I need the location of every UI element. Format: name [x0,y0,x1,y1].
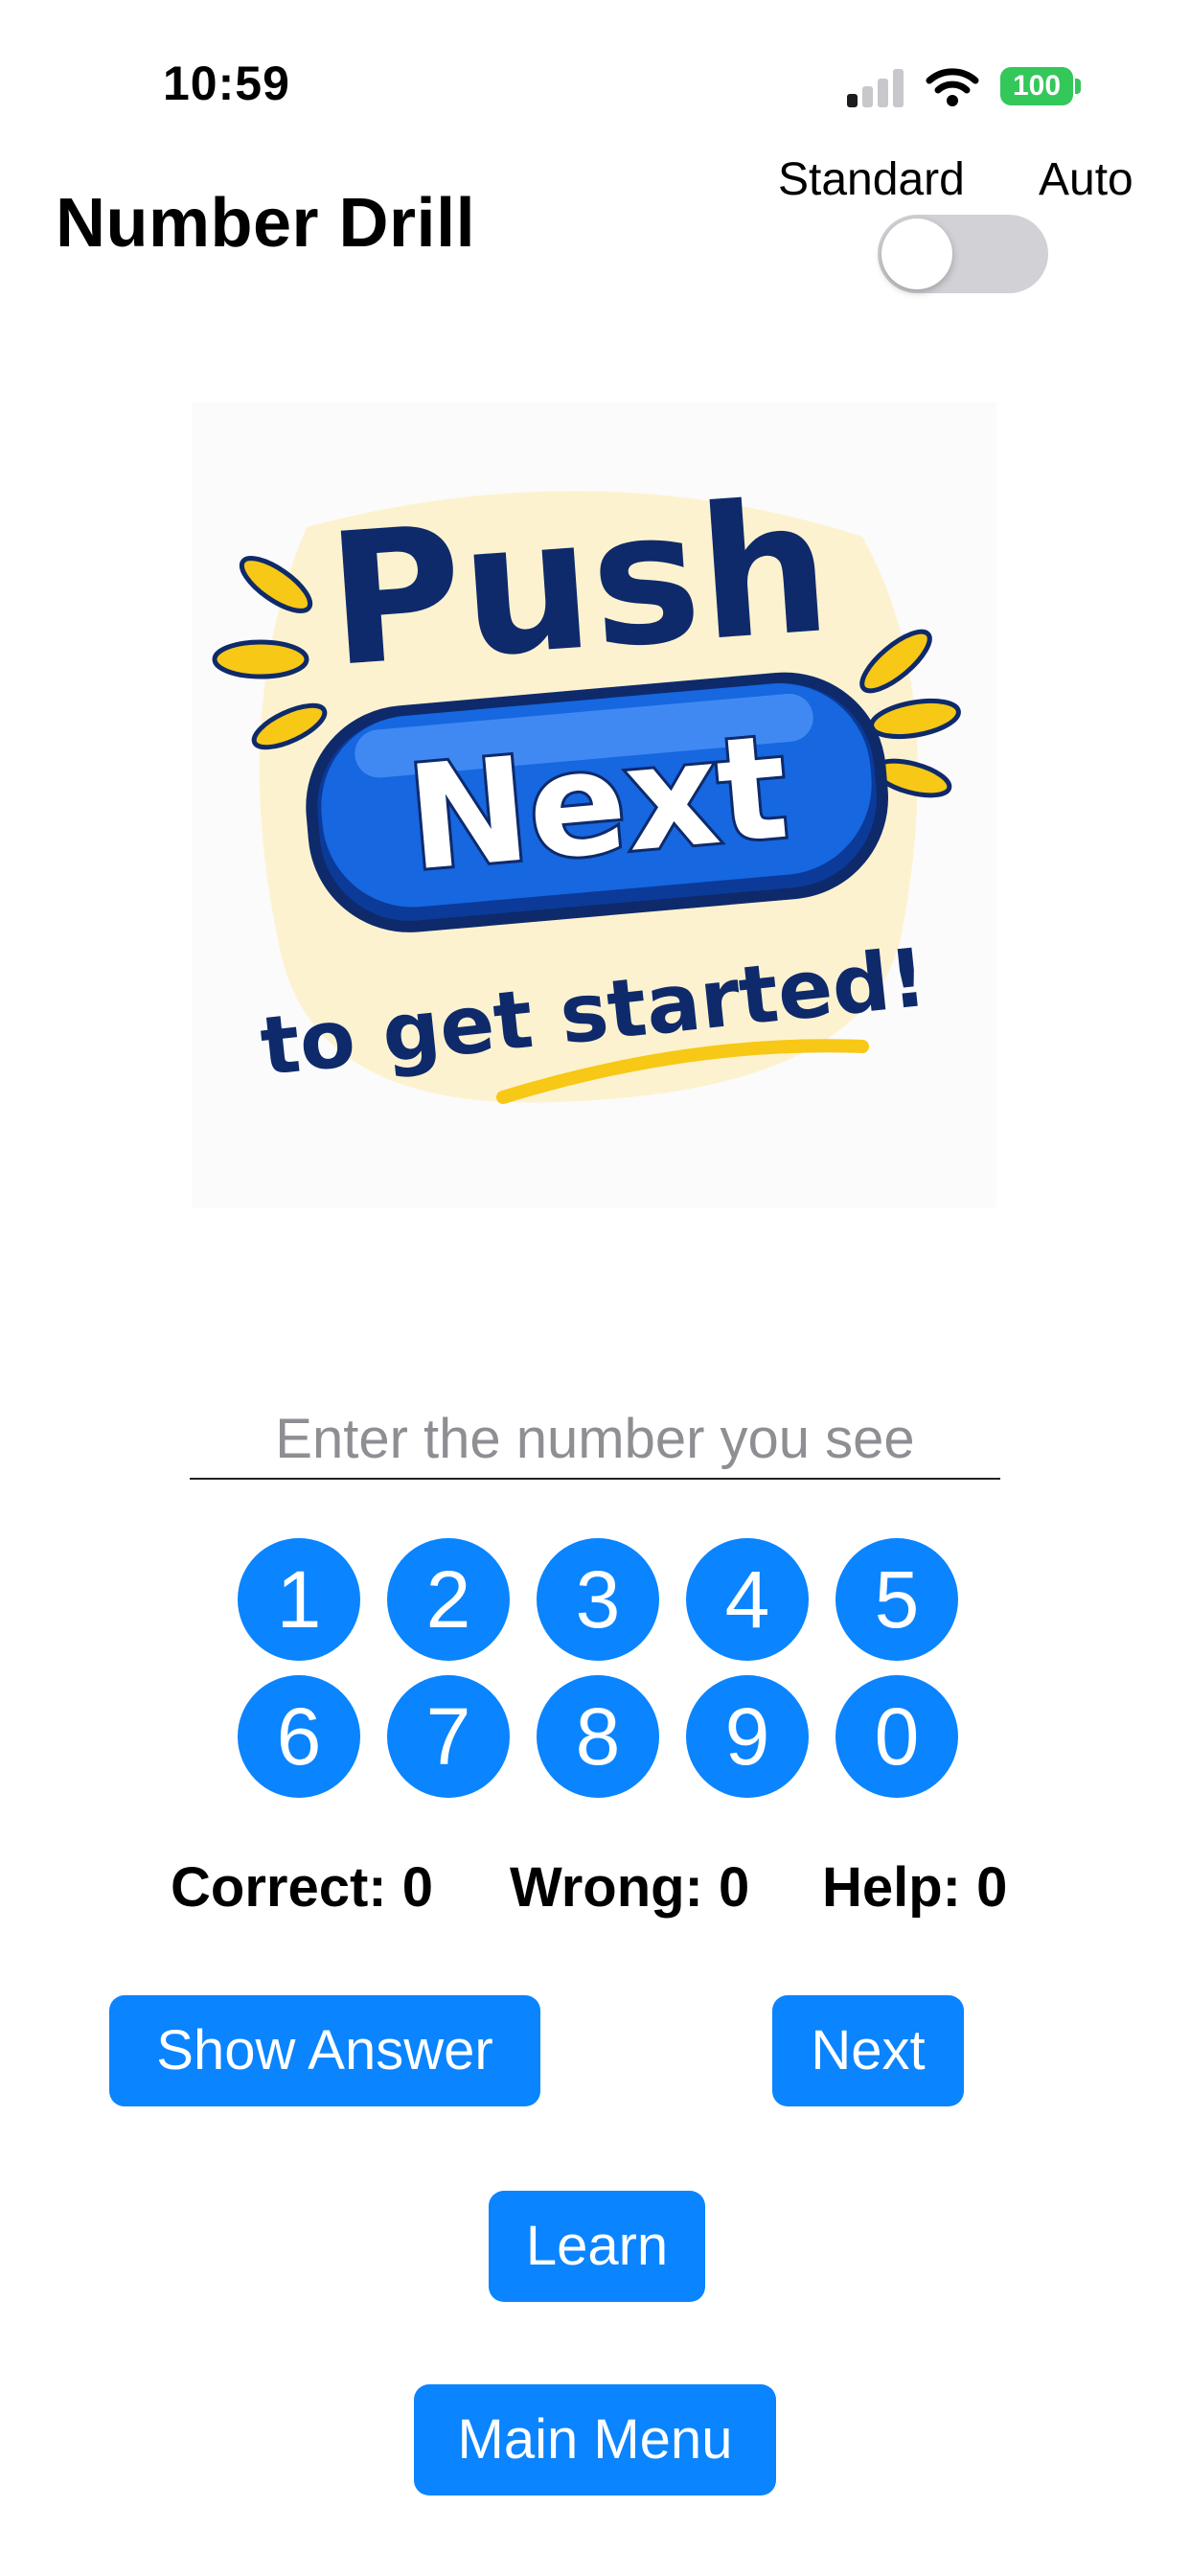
main-menu-button[interactable]: Main Menu [414,2384,776,2496]
push-next-illustration: Push Next to get started! [192,402,996,1208]
key-5[interactable]: 5 [835,1538,958,1661]
page-title: Number Drill [56,185,476,262]
correct-count: Correct: 0 [171,1856,433,1919]
battery-icon: 100 [1000,67,1073,105]
illustration-next-text: Next [401,704,793,904]
key-8[interactable]: 8 [537,1675,659,1798]
battery-cap [1075,79,1081,94]
learn-button[interactable]: Learn [489,2191,705,2302]
mode-label-standard: Standard [778,154,965,205]
key-4[interactable]: 4 [686,1538,809,1661]
wifi-icon [926,68,979,106]
key-0[interactable]: 0 [835,1675,958,1798]
key-7[interactable]: 7 [387,1675,510,1798]
key-6[interactable]: 6 [238,1675,360,1798]
wrong-count: Wrong: 0 [510,1856,750,1919]
help-count: Help: 0 [822,1856,1008,1919]
toggle-knob[interactable] [881,218,952,289]
mode-toggle[interactable] [878,215,1048,293]
illustration-push-text: Push [322,461,836,707]
key-3[interactable]: 3 [537,1538,659,1661]
show-answer-button[interactable]: Show Answer [109,1995,540,2106]
key-2[interactable]: 2 [387,1538,510,1661]
key-1[interactable]: 1 [238,1538,360,1661]
next-button[interactable]: Next [772,1995,964,2106]
cellular-signal-icon [847,69,906,107]
mode-label-auto: Auto [1039,154,1133,205]
answer-input[interactable] [190,1399,1000,1480]
key-9[interactable]: 9 [686,1675,809,1798]
status-time: 10:59 [163,57,290,110]
